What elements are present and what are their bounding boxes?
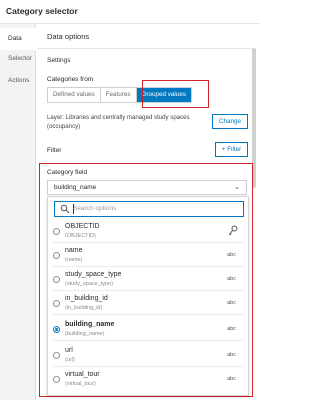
option-objectid[interactable]: OBJECTID (OBJECTID) — [48, 221, 248, 243]
option-name: study_space_type — [65, 271, 122, 278]
option-alias: (name) — [65, 257, 83, 263]
layer-description: Layer: Libraries and centrally managed s… — [47, 114, 190, 130]
sidebar: Data Selector Actions — [0, 24, 37, 400]
option-name-field[interactable]: name (name) abc — [48, 245, 248, 267]
app-header: Category selector — [0, 0, 260, 24]
radio-button[interactable] — [53, 228, 60, 235]
option-name: OBJECTID — [65, 223, 100, 230]
option-study-space-type[interactable]: study_space_type (study_space_type) abc — [48, 269, 248, 291]
categories-from-label: Categories from — [47, 76, 94, 83]
highlight-box-grouped-values — [142, 80, 209, 108]
panel-title: Data options — [47, 32, 90, 41]
option-alias: (OBJECTID) — [65, 233, 96, 239]
radio-button[interactable] — [53, 300, 60, 307]
sidebar-item-selector[interactable]: Selector — [0, 48, 36, 70]
sidebar-item-actions[interactable]: Actions — [0, 70, 36, 92]
segment-defined-values[interactable]: Defined values — [48, 88, 101, 102]
option-alias: (building_name) — [65, 331, 105, 337]
divider — [52, 314, 244, 315]
search-input[interactable] — [73, 203, 241, 214]
radio-button[interactable] — [53, 252, 60, 259]
option-name: in_building_id — [65, 295, 108, 302]
category-field-select[interactable]: building_name ⌄ — [47, 180, 247, 195]
divider — [37, 48, 252, 49]
divider — [52, 266, 244, 267]
divider — [52, 290, 244, 291]
category-field-value: building_name — [54, 184, 97, 191]
search-box[interactable] — [54, 201, 244, 217]
settings-heading: Settings — [47, 57, 71, 64]
option-name: url — [65, 347, 73, 354]
divider — [52, 340, 244, 341]
string-type-icon: abc — [227, 376, 236, 382]
field-options-dropdown: OBJECTID (OBJECTID) name (name) abc stud… — [47, 196, 249, 396]
segment-features[interactable]: Features — [100, 88, 137, 102]
radio-button[interactable] — [53, 376, 60, 383]
filter-label: Filter — [47, 147, 62, 154]
option-url[interactable]: url (url) abc — [48, 345, 248, 367]
radio-button[interactable] — [53, 352, 60, 359]
option-alias: (url) — [65, 357, 75, 363]
string-type-icon: abc — [227, 276, 236, 282]
option-virtual-tour[interactable]: virtual_tour (virtual_tour) abc — [48, 369, 248, 391]
change-layer-button[interactable]: Change — [212, 114, 248, 129]
search-icon — [60, 204, 70, 214]
option-alias: (in_building_id) — [65, 305, 103, 311]
category-field-label: Category field — [47, 169, 88, 176]
option-alias: (virtual_tour) — [65, 381, 96, 387]
option-name: building_name — [65, 321, 115, 328]
string-type-icon: abc — [227, 326, 236, 332]
add-filter-button[interactable]: + Filter — [215, 142, 248, 157]
string-type-icon: abc — [227, 300, 236, 306]
option-building-name[interactable]: building_name (building_name) abc — [48, 319, 248, 341]
option-name: name — [65, 247, 83, 254]
option-alias: (study_space_type) — [65, 281, 113, 287]
option-name: virtual_tour — [65, 371, 100, 378]
divider — [52, 366, 244, 367]
radio-button[interactable] — [53, 276, 60, 283]
sidebar-item-data[interactable]: Data — [0, 28, 37, 50]
string-type-icon: abc — [227, 352, 236, 358]
page-title: Category selector — [6, 6, 78, 16]
key-icon — [228, 225, 238, 236]
divider — [52, 242, 244, 243]
option-in-building-id[interactable]: in_building_id (in_building_id) abc — [48, 293, 248, 315]
string-type-icon: abc — [227, 252, 236, 258]
radio-button-selected[interactable] — [53, 326, 60, 333]
chevron-down-icon: ⌄ — [234, 184, 240, 191]
text-cursor — [73, 204, 74, 214]
